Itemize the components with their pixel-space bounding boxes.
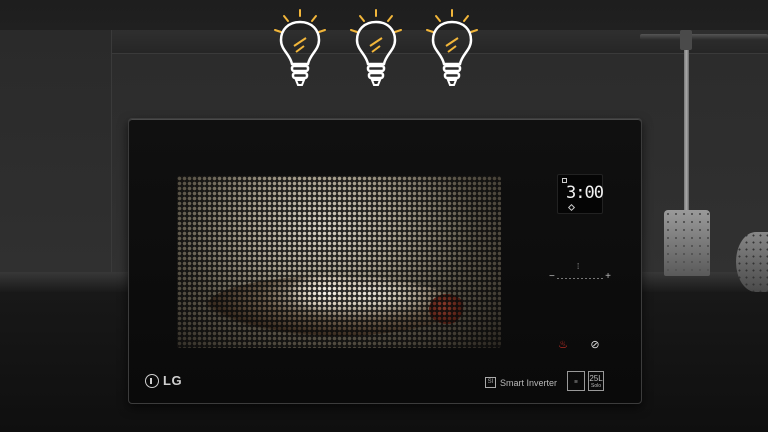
smart-inverter-badge: SI Smart Inverter [485,377,557,388]
capacity-badge: ≋ 25L Solo [567,371,604,391]
display-power-icon [567,203,576,212]
capacity-box: 25L Solo [588,371,604,391]
smart-inverter-icon: SI [485,377,496,388]
plus-icon[interactable]: + [605,271,611,282]
touch-slider[interactable]: − ⁞ + [549,262,611,284]
rail-hook [680,30,692,50]
slider-mark-icon: ⁞ [577,262,580,271]
slider-track[interactable] [557,278,603,279]
lg-logo-icon [145,373,159,388]
capacity-size: 25L [589,373,603,383]
wall-cabinet [0,30,112,275]
quick-start-button[interactable]: ♨ [555,339,571,351]
lightbulb-icon [274,9,326,86]
bulb-row [272,8,480,90]
kitchen-scene: 3:00 − ⁞ + ♨ ⊘ LG SI Smart Inverter ≋ 25… [0,0,768,432]
spatula-icon [664,210,710,276]
lg-logo-text: LG [163,373,183,388]
lg-logo: LG [145,373,182,388]
lightbulb-icon [426,9,478,86]
smart-inverter-label: Smart Inverter [500,377,558,388]
microwave-window [177,176,501,348]
minus-icon[interactable]: − [549,271,555,282]
timer-display: 3:00 [557,174,604,214]
window-mesh [177,176,501,348]
utensil-rail [640,34,768,40]
microwave: 3:00 − ⁞ + ♨ ⊘ LG SI Smart Inverter ≋ 25… [128,118,642,404]
display-time: 3:00 [566,183,604,203]
stop-cancel-button[interactable]: ⊘ [587,339,603,351]
ladle-icon [736,232,768,292]
lightbulb-icon [350,9,402,86]
microwave-badge-icon: ≋ [567,371,585,391]
spatula-handle [684,50,689,210]
capacity-unit: Solo [590,382,601,389]
